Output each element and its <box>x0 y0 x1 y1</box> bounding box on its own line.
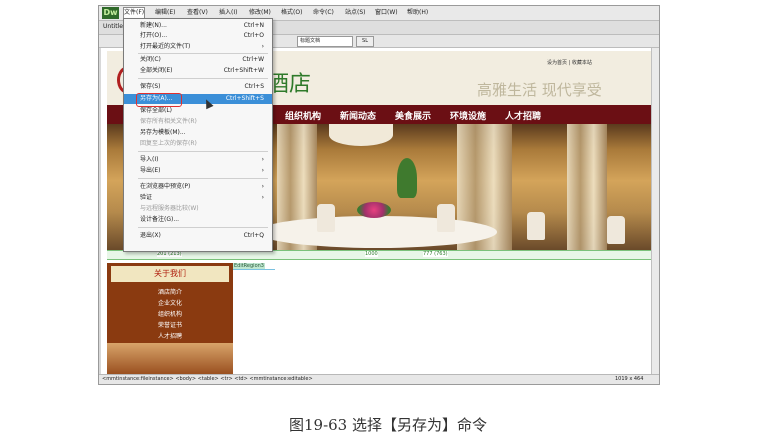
menu-item-import[interactable]: 导入(I) › <box>124 155 272 165</box>
dreamweaver-logo-icon: Dw <box>102 7 119 19</box>
chair <box>527 212 545 240</box>
ruler-right-label: 777 (763) <box>423 251 448 257</box>
menu-edit[interactable]: 编辑(E) <box>155 8 175 18</box>
menu-item-preview[interactable]: 在浏览器中预览(P) › <box>124 182 272 192</box>
sidebar-item[interactable]: 酒店简介 <box>107 287 233 296</box>
sidebar-item[interactable]: 组织机构 <box>107 309 233 318</box>
chevron-right-icon: › <box>261 183 264 190</box>
menu-help[interactable]: 帮助(H) <box>407 8 428 18</box>
menu-item-close[interactable]: 关闭(C) Ctrl+W <box>124 55 272 65</box>
menu-item-save-all[interactable]: 保存全部(L) <box>124 106 272 116</box>
nav-item-news[interactable]: 新闻动态 <box>340 109 376 122</box>
chevron-right-icon: › <box>261 194 264 201</box>
chair <box>317 204 335 232</box>
document-tab[interactable]: Untitle <box>103 23 123 30</box>
menu-item-open[interactable]: 打开(O)... Ctrl+O <box>124 31 272 41</box>
menu-item-revert: 回复至上次的保存(R) <box>140 140 197 147</box>
menu-commands[interactable]: 命令(C) <box>313 8 334 18</box>
chair <box>437 204 455 232</box>
menu-site[interactable]: 站点(S) <box>345 8 366 18</box>
dining-table <box>257 216 497 248</box>
nav-item-environment[interactable]: 环境设施 <box>450 109 486 122</box>
toolbar-button[interactable]: SL <box>356 36 374 47</box>
chevron-right-icon: › <box>261 167 264 174</box>
menu-view[interactable]: 查看(V) <box>187 8 208 18</box>
nav-item-org[interactable]: 组织机构 <box>285 109 321 122</box>
nav-item-food[interactable]: 美食展示 <box>395 109 431 122</box>
sidebar-item[interactable]: 企业文化 <box>107 298 233 307</box>
sidebar-image <box>107 343 233 374</box>
menu-separator <box>138 227 268 228</box>
ruler-mid-label: 1000 <box>365 251 378 257</box>
menu-item-close-all[interactable]: 全部关闭(E) Ctrl+Shift+W <box>124 66 272 76</box>
top-links[interactable]: 设为首页 | 收藏本站 <box>547 59 592 66</box>
vertical-scrollbar[interactable] <box>651 48 659 374</box>
save-as-highlight-box <box>136 93 182 107</box>
flower-centerpiece <box>357 202 391 218</box>
chair <box>607 216 625 244</box>
menu-separator <box>138 78 268 79</box>
menu-item-save-template[interactable]: 另存为模板(M)... <box>124 128 272 138</box>
menu-item-exit[interactable]: 退出(X) Ctrl+Q <box>124 231 272 241</box>
menu-item-save[interactable]: 保存(S) Ctrl+S <box>124 82 272 92</box>
menu-item-open-recent[interactable]: 打开最近的文件(T) › <box>124 42 272 52</box>
chevron-right-icon: › <box>261 43 264 50</box>
chandelier <box>329 124 393 146</box>
menu-item-save-related: 保存所有相关文件(R) <box>140 118 197 125</box>
file-menu-dropdown: 新建(N)... Ctrl+N 打开(O)... Ctrl+O 打开最近的文件(T)… <box>123 18 273 252</box>
menu-modify[interactable]: 修改(M) <box>249 8 271 18</box>
curtain-right <box>567 124 607 250</box>
figure-caption: 图19-63 选择【另存为】命令 <box>288 416 487 434</box>
plant <box>397 158 417 198</box>
menu-separator <box>138 53 268 54</box>
site-slogan: 高雅生活 现代享受 <box>477 81 602 99</box>
chevron-right-icon: › <box>261 156 264 163</box>
menu-window[interactable]: 窗口(W) <box>375 8 398 18</box>
menu-item-compare-remote: 与远程服务器比较(W) <box>140 205 199 212</box>
menu-item-design-notes[interactable]: 设计备注(G)... <box>124 215 272 225</box>
status-bar: <mmtinstance:fileinstance> <body> <table… <box>99 374 659 384</box>
menu-insert[interactable]: 插入(I) <box>219 8 237 18</box>
site-title: 酒店 <box>267 72 312 97</box>
editable-region-underline <box>233 269 275 270</box>
menu-item-new[interactable]: 新建(N)... Ctrl+N <box>124 21 272 31</box>
menu-format[interactable]: 格式(O) <box>281 8 302 18</box>
title-input[interactable]: 标题文档 <box>297 36 353 47</box>
sidebar-title: 关于我们 <box>111 266 229 282</box>
sidebar-item[interactable]: 荣誉证书 <box>107 320 233 329</box>
tag-selector[interactable]: <mmtinstance:fileinstance> <body> <table… <box>102 375 313 384</box>
menu-separator <box>138 178 268 179</box>
menu-item-export[interactable]: 导出(E) › <box>124 166 272 176</box>
nav-item-jobs[interactable]: 人才招聘 <box>505 109 541 122</box>
about-sidebar: 关于我们 酒店简介 企业文化 组织机构 荣誉证书 人才招聘 <box>107 263 233 374</box>
sidebar-item[interactable]: 人才招聘 <box>107 331 233 340</box>
window-size[interactable]: 1019 x 464 <box>615 375 643 384</box>
menu-item-validate[interactable]: 验证 › <box>124 193 272 203</box>
menu-separator <box>138 151 268 152</box>
